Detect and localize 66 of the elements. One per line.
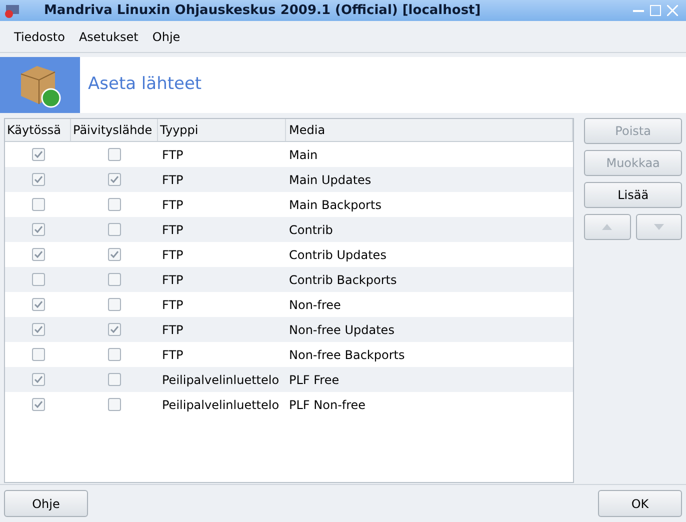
table-cell-text: FTP (161, 146, 184, 164)
banner-title: Aseta lähteet (88, 73, 202, 96)
table-cell-text: FTP (161, 246, 184, 264)
table-row[interactable]: FTP Non-free Updates (5, 317, 574, 342)
update-checkbox[interactable] (108, 348, 121, 361)
app-icon (4, 4, 20, 18)
table-cell-text: PLF Non-free (288, 396, 366, 414)
close-icon[interactable] (667, 5, 678, 16)
enabled-checkbox[interactable] (32, 398, 44, 411)
menu-item[interactable]: Ohje (152, 28, 180, 46)
table-cell-text: FTP (161, 196, 184, 214)
ok-button[interactable]: OK (598, 490, 682, 517)
table-cell-text: FTP (161, 222, 184, 238)
menu-item[interactable]: Tiedosto (14, 28, 65, 46)
update-checkbox[interactable] (108, 273, 121, 286)
table-cell-text: Contrib Updates (288, 246, 386, 264)
window-title: Mandriva Linuxin Ohjauskeskus 2009.1 (Official) [localhost] (44, 2, 481, 20)
table-cell-text: Contrib (288, 222, 333, 238)
update-checkbox[interactable] (108, 398, 121, 411)
update-checkbox[interactable] (108, 298, 121, 311)
enabled-checkbox[interactable] (32, 173, 44, 186)
enabled-checkbox[interactable] (32, 248, 44, 261)
table-cell-text: Non-free Backports (288, 346, 405, 364)
update-checkbox[interactable] (108, 198, 121, 211)
help-button[interactable]: Ohje (4, 490, 88, 517)
table-row[interactable]: FTP Contrib Backports (5, 267, 574, 292)
enabled-checkbox[interactable] (32, 223, 44, 236)
column-header[interactable]: Käytössä (5, 119, 71, 141)
column-header[interactable]: Tyyppi (158, 119, 286, 141)
enabled-checkbox[interactable] (32, 373, 44, 386)
enabled-checkbox[interactable] (32, 273, 44, 286)
down-arrow-icon (654, 224, 664, 230)
enabled-checkbox[interactable] (32, 198, 44, 211)
table-cell-text: Non-free (288, 296, 341, 314)
table-cell-text: Main (288, 146, 318, 164)
table-cell-text: PLF Free (288, 372, 340, 388)
table-cell-text: Peilipalvelinluettelo (161, 396, 280, 414)
update-checkbox[interactable] (108, 148, 121, 161)
column-header[interactable]: Päivityslähde (71, 119, 158, 141)
enabled-checkbox[interactable] (32, 348, 44, 361)
enabled-checkbox[interactable] (32, 298, 44, 311)
table-cell-text: Non-free Updates (288, 322, 394, 338)
column-header[interactable]: Media (286, 119, 574, 141)
update-checkbox[interactable] (108, 173, 121, 186)
maximize-icon[interactable] (650, 5, 661, 16)
update-checkbox[interactable] (108, 223, 121, 236)
update-checkbox[interactable] (108, 248, 121, 261)
enabled-checkbox[interactable] (32, 323, 44, 336)
table-cell-text: FTP (161, 272, 184, 288)
table-cell-text: Peilipalvelinluettelo (161, 372, 280, 388)
table-cell-text: Main Updates (288, 172, 372, 188)
menu-item[interactable]: Asetukset (78, 28, 138, 46)
table-cell-text: FTP (161, 322, 184, 338)
table-cell-text: FTP (161, 346, 184, 364)
update-checkbox[interactable] (108, 323, 121, 336)
table-cell-text: FTP (161, 172, 184, 188)
side-button[interactable]: Lisää (584, 182, 682, 208)
table-row[interactable]: FTP Main Updates (5, 167, 574, 192)
table-cell-text: Contrib Backports (288, 272, 397, 288)
up-arrow-icon (602, 224, 612, 230)
table-cell-text: Main Backports (288, 196, 382, 214)
update-checkbox[interactable] (108, 373, 121, 386)
table-cell-text: FTP (161, 296, 184, 314)
table-row[interactable]: FTP Contrib (5, 217, 574, 242)
enabled-checkbox[interactable] (32, 148, 44, 161)
table-row[interactable]: Peilipalvelinluettelo PLF Free (5, 367, 574, 392)
